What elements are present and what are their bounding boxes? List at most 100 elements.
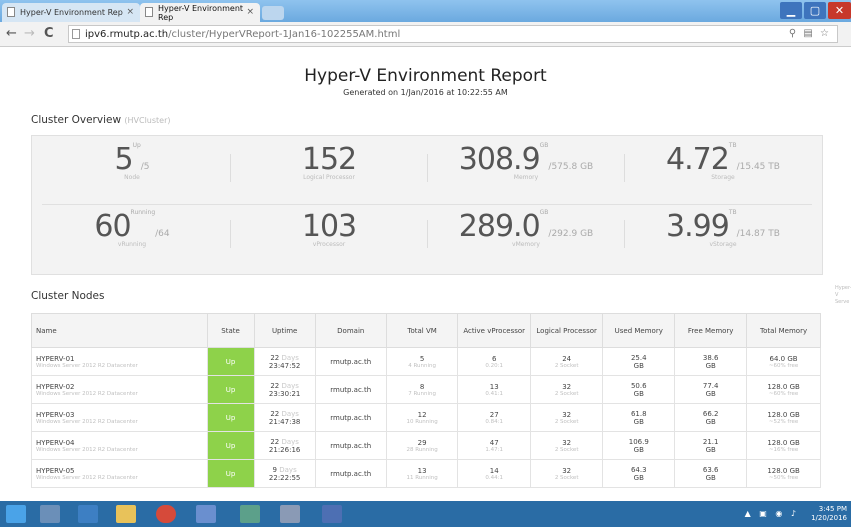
used-value: 25.4 xyxy=(630,353,647,362)
vm-running: 7 Running xyxy=(408,390,436,397)
minimize-button[interactable]: ▁ xyxy=(780,2,802,19)
metric-storage: 4.72TB/15.45 TB Storage xyxy=(628,142,818,181)
active-vproc-cell: 6 0.20:1 xyxy=(457,347,531,376)
total-value: 128.0 GB xyxy=(767,466,800,475)
metric-total: /15.45 TB xyxy=(736,162,780,172)
used-value: 64.3 xyxy=(630,465,647,474)
system-tray[interactable]: ▲ ▣ ◉ ♪ xyxy=(745,509,799,518)
clock[interactable]: 3:45 PM 1/20/2016 xyxy=(811,505,847,523)
socket-count: 2 Socket xyxy=(554,362,579,369)
url-host: ipv6.rmutp.ac.th xyxy=(85,28,169,40)
uptime-cell: 9 Days 22:22:55 xyxy=(253,459,316,488)
metric-total: /292.9 GB xyxy=(548,229,594,239)
vproc-ratio: 0.41:1 xyxy=(485,390,504,397)
maximize-button[interactable]: ▢ xyxy=(804,2,826,19)
total-free: ~16% free xyxy=(768,446,799,453)
file-explorer-icon[interactable] xyxy=(116,505,136,523)
total-free: ~60% free xyxy=(768,362,799,369)
column-header[interactable]: Name xyxy=(31,313,208,348)
logical-proc-cell: 32 2 Socket xyxy=(529,375,604,404)
table-row: HYPERV-02 Windows Server 2012 R2 Datacent… xyxy=(31,375,821,404)
node-name-link[interactable]: HYPERV-01 xyxy=(36,355,74,363)
windows-taskbar: ▲ ▣ ◉ ♪ 3:45 PM 1/20/2016 xyxy=(0,501,851,527)
metric-memory: 308.9GB/575.8 GB Memory xyxy=(431,142,621,181)
new-tab-button[interactable] xyxy=(262,6,284,20)
zoom-icon[interactable]: ⚲ ▤ ☆ xyxy=(789,28,831,39)
table-row: HYPERV-05 Windows Server 2012 R2 Datacent… xyxy=(31,459,821,488)
cluster-overview-panel: 5Up/5 Node 152 Logical Processor 308.9GB… xyxy=(31,135,823,275)
logical-proc-cell: 24 2 Socket xyxy=(529,347,604,376)
socket-count: 2 Socket xyxy=(554,418,579,425)
node-os: Windows Server 2012 R2 Datacenter xyxy=(36,390,138,397)
chrome-icon[interactable] xyxy=(156,505,176,523)
metric-vstorage: 3.99TB/14.87 TB vStorage xyxy=(628,209,818,248)
column-header[interactable]: Total Memory xyxy=(746,313,821,348)
total-memory-cell: 128.0 GB ~16% free xyxy=(746,431,821,460)
metric-sup: GB xyxy=(539,142,549,149)
vm-count: 8 xyxy=(419,382,425,391)
close-tab-icon[interactable]: × xyxy=(246,7,254,17)
active-vproc-cell: 27 0.84:1 xyxy=(457,403,531,432)
tab-hyperv-report-2[interactable]: Hyper-V Environment Rep × xyxy=(140,3,260,22)
lproc-count: 32 xyxy=(562,382,572,391)
vproc-count: 6 xyxy=(491,354,497,363)
back-icon[interactable]: ← xyxy=(6,26,17,41)
divider xyxy=(427,220,428,248)
domain-cell: rmutp.ac.th xyxy=(314,403,387,432)
cluster-manager-icon[interactable] xyxy=(280,505,300,523)
server-manager-icon[interactable] xyxy=(40,505,60,523)
close-window-button[interactable]: ✕ xyxy=(828,2,851,19)
node-name-link[interactable]: HYPERV-04 xyxy=(36,439,74,447)
column-header[interactable]: Uptime xyxy=(253,313,316,348)
state-cell: Up xyxy=(206,347,255,376)
node-name-link[interactable]: HYPERV-03 xyxy=(36,411,74,419)
socket-count: 2 Socket xyxy=(554,390,579,397)
total-free: ~50% free xyxy=(768,474,799,481)
node-name-link[interactable]: HYPERV-02 xyxy=(36,383,74,391)
address-bar[interactable]: ipv6.rmutp.ac.th/cluster/HyperVReport-1J… xyxy=(68,25,838,43)
state-badge: Up xyxy=(225,469,236,478)
remote-desktop-icon[interactable] xyxy=(322,505,342,523)
close-tab-icon[interactable]: × xyxy=(126,7,134,17)
cluster-nodes-table: Name State Uptime Domain Total VM Active… xyxy=(31,313,821,488)
metric-label: vStorage xyxy=(709,241,737,248)
used-memory-cell: 106.9 GB xyxy=(602,431,676,460)
app-icon[interactable] xyxy=(196,505,216,523)
column-header[interactable]: Free Memory xyxy=(674,313,748,348)
reload-icon[interactable]: C xyxy=(44,26,54,41)
browser-toolbar: ← → C ipv6.rmutp.ac.th/cluster/HyperVRep… xyxy=(0,22,851,47)
metric-total: /14.87 TB xyxy=(736,229,780,239)
column-header[interactable]: Active vProcessor xyxy=(457,313,531,348)
column-header[interactable]: Domain xyxy=(314,313,387,348)
table-row: HYPERV-04 Windows Server 2012 R2 Datacent… xyxy=(31,431,821,460)
powershell-icon[interactable] xyxy=(78,505,98,523)
section-heading-nodes: Cluster Nodes xyxy=(31,290,105,302)
total-value: 128.0 GB xyxy=(767,438,800,447)
tab-hyperv-report-1[interactable]: Hyper-V Environment Rep × xyxy=(2,3,140,22)
used-memory-cell: 25.4 GB xyxy=(602,347,676,376)
metric-sup: Up xyxy=(132,142,141,149)
state-badge: Up xyxy=(225,357,236,366)
metric-value: 4.72 xyxy=(666,142,730,177)
total-memory-cell: 128.0 GB ~52% free xyxy=(746,403,821,432)
column-header[interactable]: Used Memory xyxy=(602,313,676,348)
uptime-cell: 22 Days 21:47:38 xyxy=(253,403,316,432)
state-badge: Up xyxy=(225,413,236,422)
column-header[interactable]: State xyxy=(206,313,255,348)
hyperv-manager-icon[interactable] xyxy=(240,505,260,523)
column-header[interactable]: Logical Processor xyxy=(529,313,604,348)
uptime-cell: 22 Days 21:26:16 xyxy=(253,431,316,460)
side-note: Hyper-V Serve xyxy=(835,285,851,305)
used-value: 106.9 xyxy=(628,437,649,446)
column-header[interactable]: Total VM xyxy=(385,313,459,348)
total-memory-cell: 128.0 GB ~50% free xyxy=(746,459,821,488)
uptime-cell: 22 Days 23:47:52 xyxy=(253,347,316,376)
used-memory-cell: 61.8 GB xyxy=(602,403,676,432)
forward-icon[interactable]: → xyxy=(24,26,35,41)
node-name-link[interactable]: HYPERV-05 xyxy=(36,467,74,475)
start-icon[interactable] xyxy=(6,505,26,523)
metric-sup: Running xyxy=(130,209,156,216)
report-subtitle: Generated on 1/Jan/2016 at 10:22:55 AM xyxy=(343,88,508,97)
metric-value: 308.9 xyxy=(458,142,541,177)
clock-time: 3:45 PM xyxy=(818,505,847,513)
